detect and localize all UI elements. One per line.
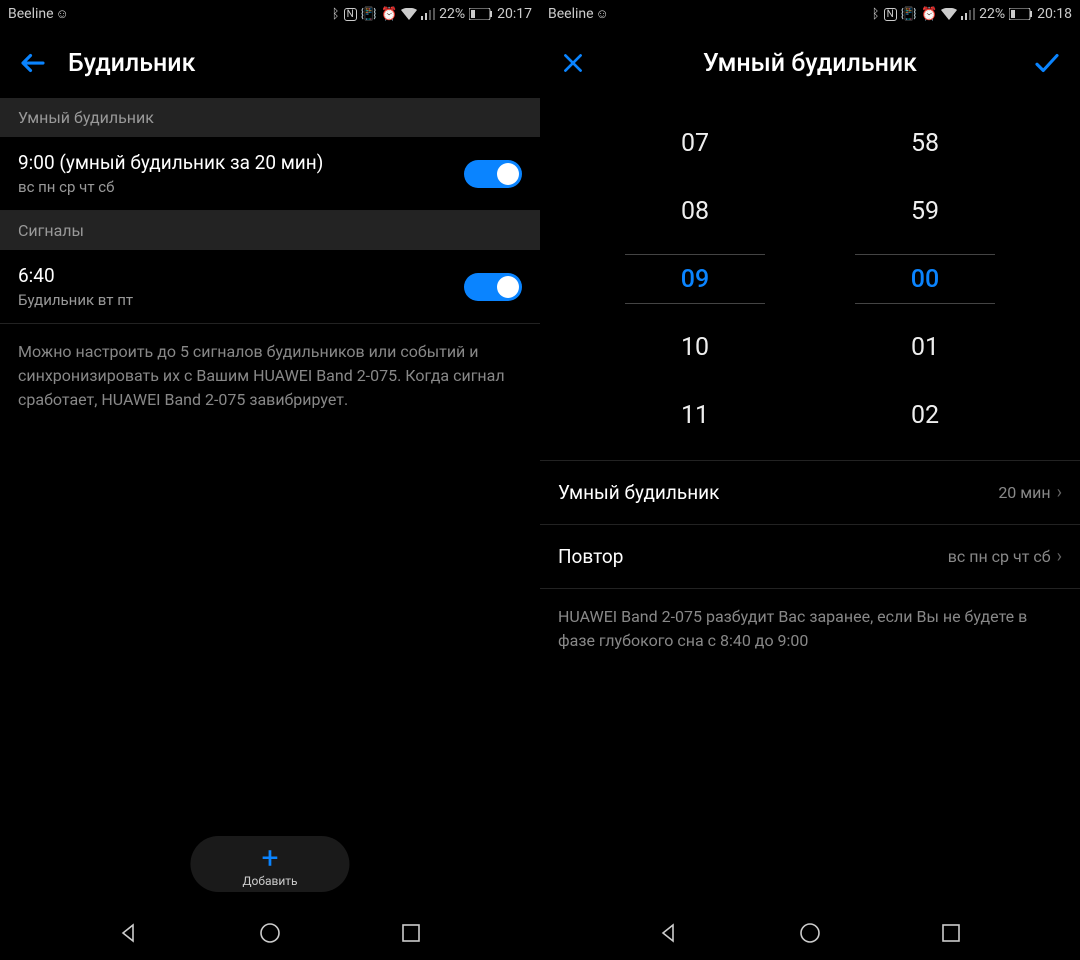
page-title: Будильник xyxy=(68,49,524,78)
wheel-item[interactable]: 58 xyxy=(855,118,995,168)
bluetooth-icon: ᛒ xyxy=(332,7,340,22)
nav-home-button[interactable] xyxy=(258,921,282,945)
smart-ahead-value: 20 мин xyxy=(998,483,1050,502)
battery-percent: 22% xyxy=(979,6,1005,22)
wheel-item-selected[interactable]: 00 xyxy=(855,254,995,304)
nav-recent-button[interactable] xyxy=(939,921,963,945)
wheel-item[interactable]: 11 xyxy=(625,390,765,440)
signal-title: 6:40 xyxy=(18,264,133,287)
bluetooth-icon: ᛒ xyxy=(872,7,880,22)
battery-percent: 22% xyxy=(439,6,465,22)
time-picker[interactable]: 07 08 09 10 11 58 59 00 01 02 xyxy=(540,98,1080,460)
section-smart-alarm: Умный будильник xyxy=(0,98,540,137)
header: Умный будильник xyxy=(540,28,1080,98)
signal-icon xyxy=(961,8,975,20)
add-button[interactable]: + Добавить xyxy=(190,836,349,892)
signal-icon xyxy=(421,8,435,20)
close-button[interactable] xyxy=(556,46,590,80)
section-signals: Сигналы xyxy=(0,211,540,250)
wheel-item-selected[interactable]: 09 xyxy=(625,254,765,304)
clock-text: 20:18 xyxy=(1037,6,1072,22)
carrier-label: Beeline xyxy=(548,6,594,22)
smile-icon: ☺ xyxy=(596,6,609,22)
clock-text: 20:17 xyxy=(497,6,532,22)
wheel-item[interactable]: 07 xyxy=(625,118,765,168)
nfc-icon: N xyxy=(344,8,357,21)
nfc-icon: N xyxy=(884,8,897,21)
wheel-item[interactable]: 59 xyxy=(855,186,995,236)
header: Будильник xyxy=(0,28,540,98)
smart-alarm-row[interactable]: 9:00 (умный будильник за 20 мин) вс пн с… xyxy=(0,137,540,211)
battery-icon xyxy=(469,8,493,20)
smart-alarm-sub: вс пн ср чт сб xyxy=(18,178,323,196)
plus-icon: + xyxy=(261,844,278,874)
info-text: HUAWEI Band 2-075 разбудит Вас заранее, … xyxy=(540,589,1080,669)
signal-sub: Будильник вт пт xyxy=(18,291,133,309)
wheel-item[interactable]: 10 xyxy=(625,322,765,372)
nav-home-button[interactable] xyxy=(798,921,822,945)
chevron-right-icon: › xyxy=(1057,546,1062,567)
wheel-item[interactable]: 08 xyxy=(625,186,765,236)
smart-ahead-label: Умный будильник xyxy=(558,481,719,504)
smart-alarm-edit-screen: Beeline ☺ ᛒ N 📳 ⏰ 22% 20:18 Умный будиль… xyxy=(540,0,1080,960)
wifi-icon xyxy=(941,8,957,20)
nav-bar xyxy=(540,906,1080,960)
battery-icon xyxy=(1009,8,1033,20)
nav-recent-button[interactable] xyxy=(399,921,423,945)
alarm-list-screen: Beeline ☺ ᛒ N 📳 ⏰ 22% 20:17 Будильник У xyxy=(0,0,540,960)
smart-alarm-title: 9:00 (умный будильник за 20 мин) xyxy=(18,151,323,174)
repeat-row[interactable]: Повтор вс пн ср чт сб › xyxy=(540,525,1080,589)
wifi-icon xyxy=(401,8,417,20)
hour-wheel[interactable]: 07 08 09 10 11 xyxy=(625,118,765,440)
wheel-item[interactable]: 02 xyxy=(855,390,995,440)
smile-icon: ☺ xyxy=(56,6,69,22)
signal-toggle[interactable] xyxy=(464,273,522,301)
chevron-right-icon: › xyxy=(1057,482,1062,503)
vibrate-icon: 📳 xyxy=(361,7,377,22)
info-text: Можно настроить до 5 сигналов будильнико… xyxy=(0,324,540,428)
repeat-value: вс пн ср чт сб xyxy=(948,547,1051,566)
confirm-button[interactable] xyxy=(1030,46,1064,80)
nav-back-button[interactable] xyxy=(657,921,681,945)
nav-back-button[interactable] xyxy=(117,921,141,945)
status-bar: Beeline ☺ ᛒ N 📳 ⏰ 22% 20:17 xyxy=(0,0,540,28)
nav-bar xyxy=(0,906,540,960)
page-title: Умный будильник xyxy=(608,49,1012,78)
vibrate-icon: 📳 xyxy=(901,7,917,22)
repeat-label: Повтор xyxy=(558,545,623,568)
smart-ahead-row[interactable]: Умный будильник 20 мин › xyxy=(540,460,1080,525)
alarm-icon: ⏰ xyxy=(921,7,937,22)
smart-alarm-toggle[interactable] xyxy=(464,160,522,188)
carrier-label: Beeline xyxy=(8,6,54,22)
wheel-item[interactable]: 01 xyxy=(855,322,995,372)
signal-row[interactable]: 6:40 Будильник вт пт xyxy=(0,250,540,324)
minute-wheel[interactable]: 58 59 00 01 02 xyxy=(855,118,995,440)
back-button[interactable] xyxy=(16,46,50,80)
status-bar: Beeline ☺ ᛒ N 📳 ⏰ 22% 20:18 xyxy=(540,0,1080,28)
add-label: Добавить xyxy=(242,874,297,888)
alarm-icon: ⏰ xyxy=(381,7,397,22)
